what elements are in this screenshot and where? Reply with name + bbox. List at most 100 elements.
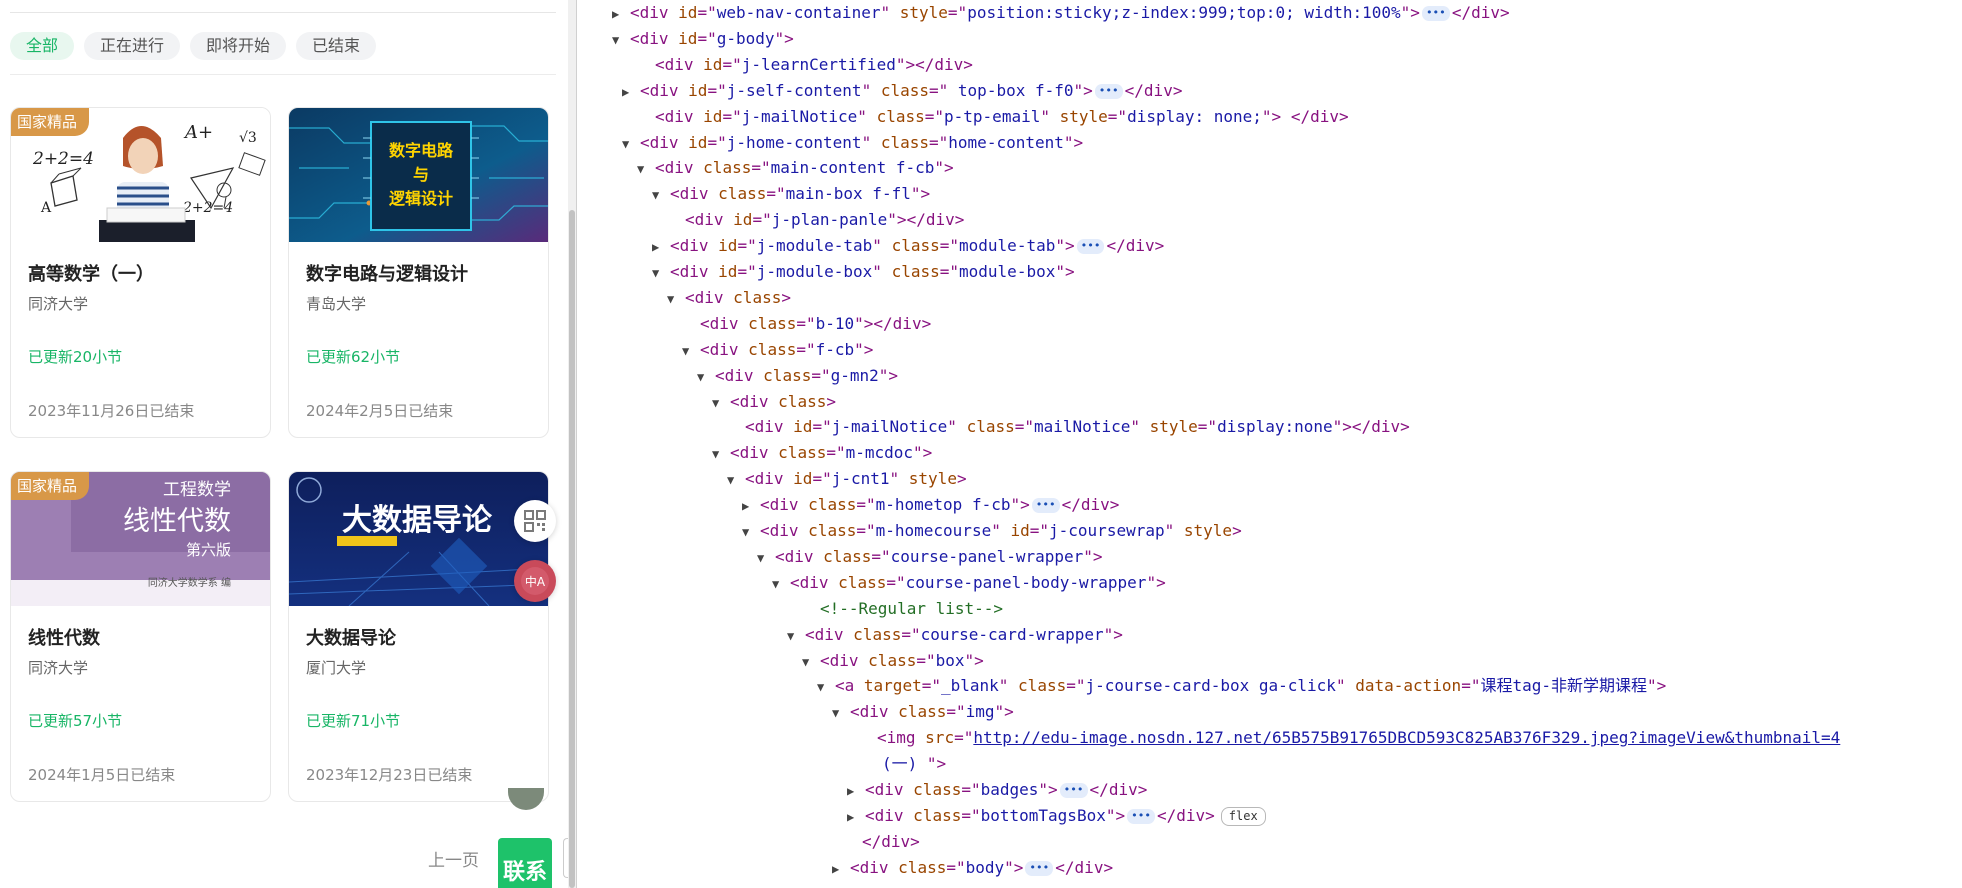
dom-node-line[interactable]: ▶ <div class="m-hometop f-cb"> ••• </div> <box>742 492 1119 518</box>
dom-node-line[interactable]: ▼ <div class="course-panel-wrapper"> <box>757 544 1103 570</box>
dom-node-line[interactable]: ▼ <div class="course-panel-body-wrapper"> <box>772 570 1166 596</box>
svg-text:数字电路: 数字电路 <box>389 141 454 160</box>
collapse-triangle-icon[interactable]: ▼ <box>712 390 730 416</box>
scrollbar-thumb[interactable] <box>569 210 575 888</box>
dom-node-line[interactable]: <div id="j-mailNotice" class="p-tp-email… <box>637 104 1349 130</box>
course-update-count: 已更新71小节 <box>306 712 401 730</box>
dom-node-line[interactable]: (一) "> <box>864 751 946 777</box>
dom-node-line[interactable]: <!--Regular list--> <box>802 596 1003 622</box>
svg-text:大数据导论: 大数据导论 <box>342 503 493 538</box>
course-card-linear-algebra[interactable]: 工程数学 线性代数 第六版 同济大学数学系 编 国家精品 线性代数 同济大学 已… <box>10 471 271 802</box>
dom-node-line[interactable]: <div id="j-mailNotice" class="mailNotice… <box>727 414 1410 440</box>
dom-node-line[interactable]: ▼ <div id="j-home-content" class="home-co… <box>622 130 1083 156</box>
dom-node-line[interactable]: ▶ <div id="j-self-content" class=" top-bo… <box>622 78 1182 104</box>
prev-page-link[interactable]: 上一页 <box>428 846 479 871</box>
web-page-pane: 全部 正在进行 即将开始 已结束 2+2=4 A+ √3 A 2+2=4 国家精… <box>0 0 568 888</box>
dom-node-line[interactable]: ▼ <div class="course-card-wrapper"> <box>787 622 1123 648</box>
filter-upcoming[interactable]: 即将开始 <box>190 32 287 60</box>
collapse-triangle-icon[interactable]: ▼ <box>727 467 745 493</box>
dom-node-markup: <div id="j-plan-panle"></div> <box>685 210 965 230</box>
dom-node-markup: <div id="j-module-box" class="module-box… <box>670 262 1075 281</box>
collapse-triangle-icon[interactable]: ▼ <box>757 545 775 571</box>
contact-button[interactable]: 联系 <box>498 838 552 888</box>
dom-node-markup: <div class="badges"> ••• </div> <box>865 780 1148 799</box>
dom-node-line[interactable]: ▼ <div class="m-mcdoc"> <box>712 440 932 466</box>
course-school: 厦门大学 <box>306 659 367 677</box>
collapse-triangle-icon[interactable]: ▼ <box>652 182 670 208</box>
filter-ended[interactable]: 已结束 <box>296 32 377 60</box>
collapse-triangle-icon[interactable]: ▼ <box>667 286 685 312</box>
course-card-advanced-math[interactable]: 2+2=4 A+ √3 A 2+2=4 国家精品 高等数学（一） 同济大学 已更… <box>10 107 271 438</box>
dom-node-line[interactable]: <div id="j-plan-panle"></div> <box>667 207 964 233</box>
collapse-triangle-icon[interactable]: ▼ <box>622 131 640 157</box>
dom-node-line[interactable]: ▶ <div class="bottomTagsBox"> ••• </div> fle… <box>847 803 1266 829</box>
national-quality-badge: 国家精品 <box>11 108 90 136</box>
course-end-date: 2023年12月23日已结束 <box>306 766 473 784</box>
dom-node-line[interactable]: <div class="b-10"></div> <box>682 311 931 337</box>
expand-triangle-icon[interactable]: ▶ <box>622 79 640 105</box>
dom-node-line[interactable]: ▼ <div class="f-cb"> <box>682 337 873 363</box>
qr-code-button[interactable] <box>514 500 556 542</box>
course-update-count: 已更新62小节 <box>306 348 401 366</box>
collapse-triangle-icon[interactable]: ▼ <box>832 700 850 726</box>
collapse-triangle-icon[interactable]: ▼ <box>817 674 835 700</box>
course-card-big-data[interactable]: 大数据导论 大数据导论 厦门大学 已更新71小节 2023年12月23日已结束 <box>288 471 549 802</box>
dom-node-markup: <div class> <box>730 391 836 411</box>
course-card-digital-circuits[interactable]: 数字电路 与 逻辑设计 数字电路与逻辑设计 青岛大学 已更新62小节 2024年… <box>288 107 549 438</box>
dom-node-markup: <div class="box"> <box>820 650 984 670</box>
filter-all[interactable]: 全部 <box>10 32 75 60</box>
dom-node-line[interactable]: ▼ <div class="main-content f-cb"> <box>637 155 954 181</box>
dom-node-line[interactable]: <img src="http://edu-image.nosdn.127.net… <box>859 725 1840 751</box>
course-cover-image: 数字电路 与 逻辑设计 <box>289 108 548 242</box>
dom-node-line[interactable]: ▶ <div class="badges"> ••• </div> <box>847 777 1147 803</box>
dom-node-line[interactable]: ▼ <div id="j-module-box" class="module-bo… <box>652 259 1075 285</box>
course-end-date: 2024年1月5日已结束 <box>28 766 176 784</box>
dom-node-line[interactable]: ▶ <div class="body"> ••• </div> <box>832 855 1113 881</box>
dom-node-line[interactable]: ▶ <div id="j-module-tab" class="module-ta… <box>652 233 1164 259</box>
top-divider <box>10 12 556 13</box>
dom-node-markup: <div class="course-panel-wrapper"> <box>775 546 1103 566</box>
expand-triangle-icon[interactable]: ▶ <box>612 1 630 27</box>
dom-node-line[interactable]: ▼ <div class="img"> <box>832 699 1014 725</box>
dom-node-line[interactable]: ▼ <div class="main-box f-fl"> <box>652 181 930 207</box>
dom-node-markup: <div id="j-home-content" class="home-con… <box>640 132 1084 152</box>
collapse-triangle-icon[interactable]: ▼ <box>802 649 820 675</box>
dom-node-markup: <div class> <box>685 287 791 307</box>
collapse-triangle-icon[interactable]: ▼ <box>697 364 715 390</box>
dom-node-line[interactable]: <div id="j-learnCertified"></div> <box>637 52 973 78</box>
expand-triangle-icon[interactable]: ▶ <box>832 856 850 882</box>
collapse-triangle-icon[interactable]: ▼ <box>652 260 670 286</box>
dom-node-markup: <div class="main-content f-cb"> <box>655 158 954 178</box>
page-scrollbar[interactable] <box>568 0 576 888</box>
dom-node-line[interactable]: ▼ <a target="_blank" class="j-course-card… <box>817 673 1666 699</box>
collapse-triangle-icon[interactable]: ▼ <box>742 519 760 545</box>
collapse-triangle-icon[interactable]: ▼ <box>787 623 805 649</box>
expand-triangle-icon[interactable]: ▶ <box>652 234 670 260</box>
dom-node-line[interactable]: </div> <box>844 829 920 855</box>
svg-text:2+2=4: 2+2=4 <box>32 149 94 169</box>
translate-button[interactable]: 中A <box>514 560 556 602</box>
dom-node-markup: (一) "> <box>882 754 947 774</box>
dom-node-line[interactable]: ▼ <div id="j-cnt1" style> <box>727 466 967 492</box>
expand-triangle-icon[interactable]: ▶ <box>742 493 760 519</box>
dom-node-line[interactable]: ▼ <div id="g-body"> <box>612 26 794 52</box>
qr-code-icon <box>524 510 546 532</box>
dom-node-line[interactable]: ▼ <div class="g-mn2"> <box>697 363 898 389</box>
dom-node-line[interactable]: ▼ <div class="box"> <box>802 648 984 674</box>
dom-node-line[interactable]: ▼ <div class> <box>667 285 791 311</box>
expand-triangle-icon[interactable]: ▶ <box>847 804 865 830</box>
expand-triangle-icon[interactable]: ▶ <box>847 778 865 804</box>
collapse-triangle-icon[interactable]: ▼ <box>612 27 630 53</box>
dom-node-markup: <div class="body"> ••• </div> <box>850 857 1114 877</box>
collapse-triangle-icon[interactable]: ▼ <box>712 441 730 467</box>
dom-node-line[interactable]: ▼ <div class> <box>712 389 836 415</box>
dom-node-line[interactable]: ▶ <div id="web-nav-container" style="posi… <box>612 0 1510 26</box>
filter-ongoing[interactable]: 正在进行 <box>84 32 181 60</box>
collapse-triangle-icon[interactable]: ▼ <box>772 571 790 597</box>
collapse-triangle-icon[interactable]: ▼ <box>682 338 700 364</box>
svg-text:A: A <box>40 200 52 216</box>
dom-node-line[interactable]: ▼ <div class="m-homecourse" id="j-coursew… <box>742 518 1242 544</box>
course-school: 同济大学 <box>28 659 89 677</box>
dom-node-markup: <div class="course-card-wrapper"> <box>805 624 1123 644</box>
collapse-triangle-icon[interactable]: ▼ <box>637 156 655 182</box>
